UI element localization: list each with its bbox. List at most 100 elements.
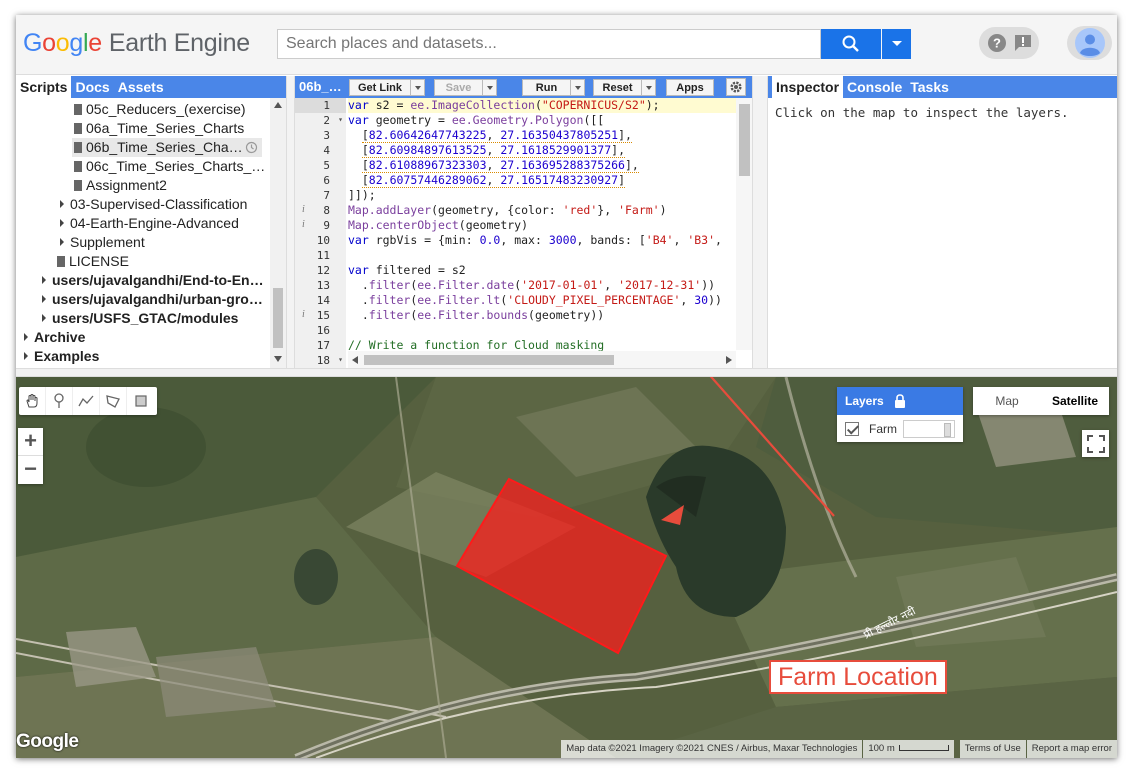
map-type-satellite[interactable]: Satellite bbox=[1041, 387, 1109, 415]
scroll-left-icon[interactable] bbox=[352, 356, 358, 364]
expand-arrow-icon[interactable] bbox=[24, 352, 28, 360]
marker-tool[interactable] bbox=[46, 387, 73, 415]
history-icon[interactable] bbox=[245, 141, 258, 154]
zoom-out-button[interactable]: − bbox=[18, 456, 43, 484]
expand-arrow-icon[interactable] bbox=[42, 314, 46, 322]
inspector-panel: Inspector Console Tasks Click on the map… bbox=[768, 76, 1117, 368]
chevron-down-icon[interactable] bbox=[482, 80, 496, 95]
tree-item-label: users/ujavalgandhi/End-to-En… bbox=[52, 272, 264, 288]
fold-arrow-icon[interactable]: ▾ bbox=[338, 115, 343, 124]
save-button[interactable]: Save bbox=[434, 79, 497, 96]
tab-console[interactable]: Console bbox=[843, 76, 906, 98]
tree-item-repo[interactable]: users/USFS_GTAC/modules bbox=[42, 309, 238, 328]
rectangle-tool[interactable] bbox=[127, 387, 154, 415]
terms-link[interactable]: Terms of Use bbox=[959, 740, 1026, 758]
tree-item-examples[interactable]: Examples bbox=[24, 347, 99, 366]
editor-vertical-scrollbar[interactable] bbox=[736, 98, 752, 350]
pan-tool[interactable] bbox=[19, 387, 46, 415]
expand-arrow-icon[interactable] bbox=[42, 276, 46, 284]
tree-scrollbar[interactable] bbox=[270, 98, 286, 368]
fullscreen-button[interactable] bbox=[1082, 430, 1109, 457]
scroll-down-icon[interactable] bbox=[274, 356, 282, 362]
file-icon bbox=[57, 256, 65, 267]
chevron-down-icon[interactable] bbox=[410, 80, 424, 95]
expand-arrow-icon[interactable] bbox=[42, 295, 46, 303]
left-splitter[interactable] bbox=[286, 76, 295, 368]
farm-polygon[interactable] bbox=[455, 477, 668, 655]
map-type-map[interactable]: Map bbox=[973, 387, 1041, 415]
expand-arrow-icon[interactable] bbox=[60, 200, 64, 208]
line-tool[interactable] bbox=[73, 387, 100, 415]
tree-item-file[interactable]: 05c_Reducers_(exercise) bbox=[74, 100, 246, 119]
apps-button[interactable]: Apps bbox=[666, 79, 714, 96]
expand-arrow-icon[interactable] bbox=[24, 333, 28, 341]
tree-item-file[interactable]: 06c_Time_Series_Charts_… bbox=[74, 157, 265, 176]
feedback-icon[interactable] bbox=[1013, 34, 1033, 52]
code-line: var filtered = s2 bbox=[348, 263, 466, 277]
tree-item-folder[interactable]: 03-Supervised-Classification bbox=[60, 195, 247, 214]
search-options-button[interactable] bbox=[882, 29, 911, 59]
get-link-button[interactable]: Get Link bbox=[349, 79, 425, 96]
google-logo: Google bbox=[16, 731, 79, 752]
run-label: Run bbox=[535, 81, 558, 94]
right-splitter[interactable] bbox=[752, 76, 768, 368]
tree-item-file-selected[interactable]: 06b_Time_Series_Cha… bbox=[72, 138, 262, 157]
map-splitter[interactable] bbox=[16, 368, 1117, 377]
expand-arrow-icon[interactable] bbox=[60, 238, 64, 246]
polygon-tool[interactable] bbox=[100, 387, 127, 415]
expand-arrow-icon[interactable] bbox=[60, 219, 64, 227]
scroll-up-icon[interactable] bbox=[274, 102, 282, 108]
tab-tasks[interactable]: Tasks bbox=[906, 76, 953, 98]
tab-inspector[interactable]: Inspector bbox=[772, 76, 844, 98]
tree-item-file[interactable]: LICENSE bbox=[57, 252, 129, 271]
script-title[interactable]: 06b_… bbox=[295, 76, 344, 98]
zoom-in-button[interactable]: + bbox=[18, 428, 43, 456]
line-number: 3 bbox=[323, 129, 330, 142]
account-button[interactable] bbox=[1067, 26, 1112, 60]
report-error-link[interactable]: Report a map error bbox=[1026, 740, 1117, 758]
lock-icon[interactable] bbox=[894, 394, 906, 408]
tree-item-folder[interactable]: Supplement bbox=[60, 233, 145, 252]
run-button[interactable]: Run bbox=[522, 79, 585, 96]
info-icon[interactable]: i bbox=[302, 309, 305, 320]
layers-header[interactable]: Layers bbox=[837, 387, 963, 415]
info-icon[interactable]: i bbox=[302, 204, 305, 215]
scroll-thumb[interactable] bbox=[273, 288, 283, 348]
settings-button[interactable] bbox=[726, 78, 746, 96]
tree-item-folder[interactable]: 04-Earth-Engine-Advanced bbox=[60, 214, 239, 233]
file-icon bbox=[74, 142, 82, 153]
map-view[interactable]: प्री हल्लौर नदी + − Layers Farm Map Sate… bbox=[16, 377, 1117, 758]
code-line: var geometry = ee.Geometry.Polygon([[ bbox=[348, 113, 605, 127]
tab-assets[interactable]: Assets bbox=[114, 76, 168, 98]
tab-docs[interactable]: Docs bbox=[71, 76, 113, 98]
line-number: 14 bbox=[316, 294, 330, 307]
drawing-tools bbox=[19, 387, 157, 415]
scroll-right-icon[interactable] bbox=[726, 356, 732, 364]
chevron-down-icon[interactable] bbox=[641, 80, 655, 95]
editor-horizontal-scrollbar[interactable] bbox=[348, 351, 736, 368]
code-line: ]]); bbox=[348, 188, 376, 202]
tree-item-archive[interactable]: Archive bbox=[24, 328, 85, 347]
chevron-down-icon[interactable] bbox=[570, 80, 584, 95]
tree-item-file[interactable]: Assignment2 bbox=[74, 176, 167, 195]
earth-engine-logo[interactable]: Google Earth Engine bbox=[23, 29, 250, 58]
account-icon bbox=[1075, 28, 1105, 58]
scroll-thumb[interactable] bbox=[364, 355, 614, 365]
tree-item-file[interactable]: 06a_Time_Series_Charts bbox=[74, 119, 244, 138]
layer-visibility-checkbox[interactable] bbox=[845, 421, 859, 436]
help-icon[interactable]: ? bbox=[987, 33, 1007, 53]
tree-item-repo[interactable]: users/ujavalgandhi/End-to-En… bbox=[42, 271, 264, 290]
reset-button[interactable]: Reset bbox=[593, 79, 656, 96]
info-icon[interactable]: i bbox=[302, 219, 305, 230]
scale-bar[interactable]: 100 m bbox=[863, 740, 954, 758]
search-input[interactable] bbox=[277, 29, 821, 59]
header: GoogleEarth Engine ? bbox=[16, 15, 1117, 75]
scroll-thumb[interactable] bbox=[739, 104, 750, 176]
tab-scripts[interactable]: Scripts bbox=[16, 76, 72, 98]
search-button[interactable] bbox=[821, 29, 881, 59]
tree-item-repo[interactable]: users/ujavalgandhi/urban-gro… bbox=[42, 290, 263, 309]
fold-arrow-icon[interactable]: ▾ bbox=[338, 355, 343, 364]
layer-opacity-slider[interactable] bbox=[903, 419, 955, 438]
file-icon bbox=[74, 104, 82, 115]
code-area[interactable]: 1 2 3 4 5 6 7 8 9 10 11 12 13 14 15 16 1… bbox=[295, 98, 752, 368]
